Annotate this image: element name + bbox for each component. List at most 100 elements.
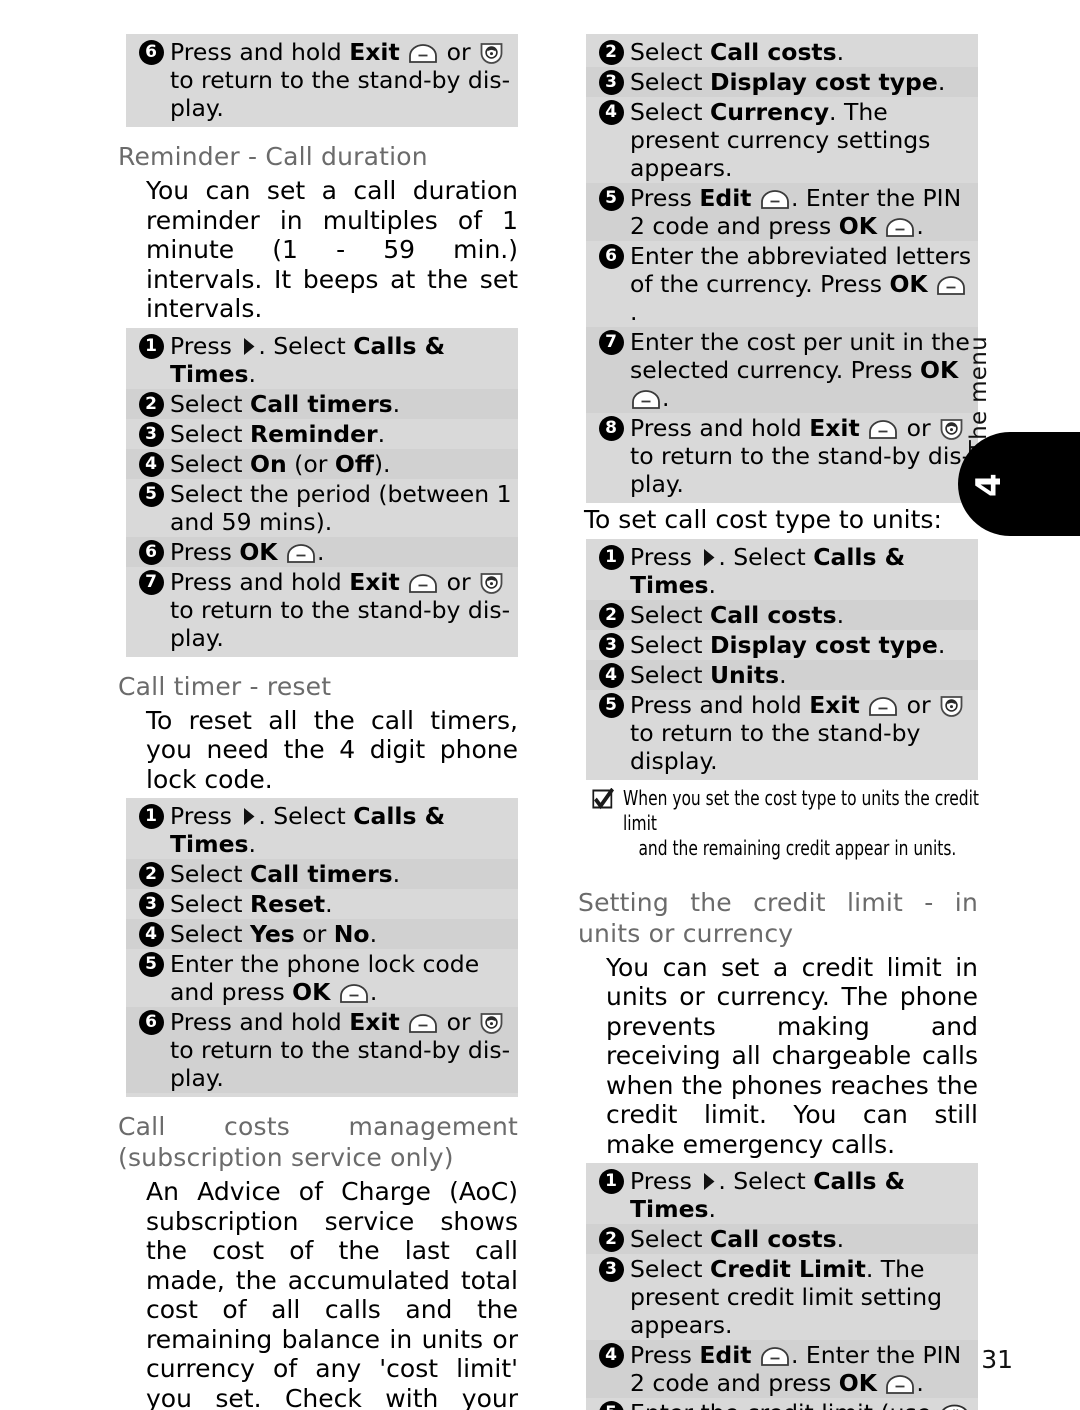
step-number: 6 (132, 38, 170, 65)
step-text: Enter the cost per unit in the selected … (630, 328, 972, 412)
step-text-bold: OK (292, 978, 331, 1006)
step-item: 5 Press and hold Exit or to return to the… (586, 690, 978, 776)
step-text-bold: Display cost type (709, 68, 938, 96)
step-text-plain: . (836, 600, 845, 629)
step-text-plain: to return to the stand-by dis-play. (170, 595, 511, 652)
step-number: 5 (592, 184, 630, 211)
step-text-plain: . (369, 978, 378, 1006)
step-number-badge: 2 (598, 1227, 624, 1252)
step-number: 8 (592, 414, 630, 441)
step-number-badge: 6 (138, 1010, 164, 1035)
step-text-plain: Select (170, 890, 250, 918)
step-number: 1 (132, 332, 170, 359)
note-units-text: When you set the cost type to units the … (618, 786, 988, 861)
step-item: 5 Enter the credit limit (use # to enter … (586, 1398, 978, 1410)
softkey-icon (936, 273, 966, 295)
step-text-plain: Press (630, 1167, 700, 1195)
step-number: 1 (592, 1167, 630, 1194)
step-item: 5 Select the period (between 1 and 59 min… (126, 479, 518, 537)
step-text-plain: . (248, 359, 256, 388)
step-number-badge: 5 (598, 186, 624, 211)
end-call-key-icon (479, 42, 504, 65)
step-text-bold: Reminder (249, 419, 378, 448)
step-text-bold: On (249, 449, 287, 478)
step-number: 6 (132, 1008, 170, 1035)
step-text: Press . Select Calls & Times. (630, 1167, 972, 1223)
step-text-bold: Call costs (709, 1225, 837, 1253)
step-text-plain: . (317, 537, 325, 566)
softkey-icon (408, 1011, 438, 1033)
step-text-plain (400, 568, 407, 596)
step-text-plain (400, 38, 407, 66)
softkey-icon (868, 694, 898, 716)
step-number: 1 (592, 543, 630, 570)
step-text-plain: . (937, 630, 946, 659)
step-text-plain (860, 414, 867, 442)
step-number: 1 (132, 802, 170, 829)
step-item: 1 Press . Select Calls & Times. (126, 801, 518, 859)
step-text-bold: Exit (809, 414, 860, 442)
step-text-plain: or (899, 414, 939, 442)
step-text-bold: Currency (709, 98, 830, 126)
softkey-icon (760, 187, 790, 209)
step-number: 5 (592, 1399, 630, 1410)
step-text: Press and hold Exit or to return to the … (170, 1008, 512, 1092)
step-text-plain: . (708, 570, 716, 599)
step-text-bold: OK (838, 212, 877, 240)
step-number-badge: 2 (598, 602, 624, 628)
note-units-line1: When you set the cost type to units the … (622, 785, 979, 835)
steps-box-continued: 6 Press and hold Exit or to return to the… (126, 34, 518, 127)
softkey-icon (631, 387, 661, 409)
step-text: Select Call costs. (630, 1225, 972, 1253)
step-text: Select Yes or No. (170, 920, 512, 948)
step-text: Select Reminder. (170, 420, 512, 448)
step-number-badge: 2 (138, 391, 164, 417)
step-item: 4 Select Yes or No. (126, 919, 518, 949)
end-call-key-icon (939, 695, 964, 718)
step-text-plain (928, 270, 935, 298)
step-text: Press and hold Exit or to return to the … (630, 691, 972, 775)
step-text-plain: . (916, 212, 924, 240)
step-text-bold: Yes (249, 920, 295, 948)
note-units-line2: and the remaining credit appear in units… (638, 835, 957, 860)
step-text-plain: Select (630, 660, 710, 689)
step-item: 1 Press . Select Calls & Times. (586, 1166, 978, 1224)
end-call-key-icon (479, 572, 504, 595)
end-call-key-icon (479, 1012, 504, 1035)
heading-reminder-call-duration: Reminder - Call duration (118, 142, 428, 171)
step-text: Select Display cost type. (630, 631, 972, 659)
step-item: 6 Press and hold Exit or to return to the… (126, 37, 518, 123)
step-item: 2 Select Call costs. (586, 1224, 978, 1254)
step-text-plain: to return to the stand-by dis-play. (630, 442, 971, 498)
steps-box-call-timer-reset: 1 Press . Select Calls & Times. 2 Select Ca… (126, 798, 518, 1097)
step-text: Select Display cost type. (630, 68, 972, 96)
step-text: Press and hold Exit or to return to the … (170, 38, 512, 122)
step-text-plain: . (779, 660, 787, 689)
step-text-bold: Call costs (709, 38, 837, 66)
step-item: 4 Select Currency. The present currency s… (586, 97, 978, 183)
right-arrow-icon (242, 334, 256, 355)
step-number-badge: 5 (598, 1401, 624, 1410)
step-text-plain: Press (630, 542, 700, 571)
step-text-plain (877, 212, 884, 240)
step-text-plain: Press and hold (170, 38, 350, 66)
step-text-plain: Select (170, 389, 250, 418)
step-text-plain: Select (170, 419, 250, 448)
manual-page: 6 Press and hold Exit or to return to the… (0, 0, 1080, 1410)
heading-call-timer-reset: Call timer - reset (118, 671, 332, 701)
step-number: 2 (132, 390, 170, 417)
step-text-plain: . Select (718, 542, 814, 571)
step-text-plain: . Select (258, 331, 354, 360)
step-text: Press OK . (170, 538, 512, 566)
step-item: 8 Press and hold Exit or to return to the… (586, 413, 978, 499)
step-item: 3 Select Display cost type. (586, 67, 978, 97)
step-text-bold: No (333, 920, 370, 948)
step-text: Enter the abbreviated letters of the cur… (630, 242, 972, 326)
step-number: 4 (132, 450, 170, 477)
step-number-badge: 6 (598, 244, 624, 269)
step-item: 6 Press OK . (126, 536, 518, 567)
step-text-bold: Call timers (249, 389, 393, 418)
step-text-plain (278, 538, 285, 566)
step-text: Select Call costs. (630, 601, 972, 629)
step-item: 4 Select On (or Off). (126, 448, 518, 479)
